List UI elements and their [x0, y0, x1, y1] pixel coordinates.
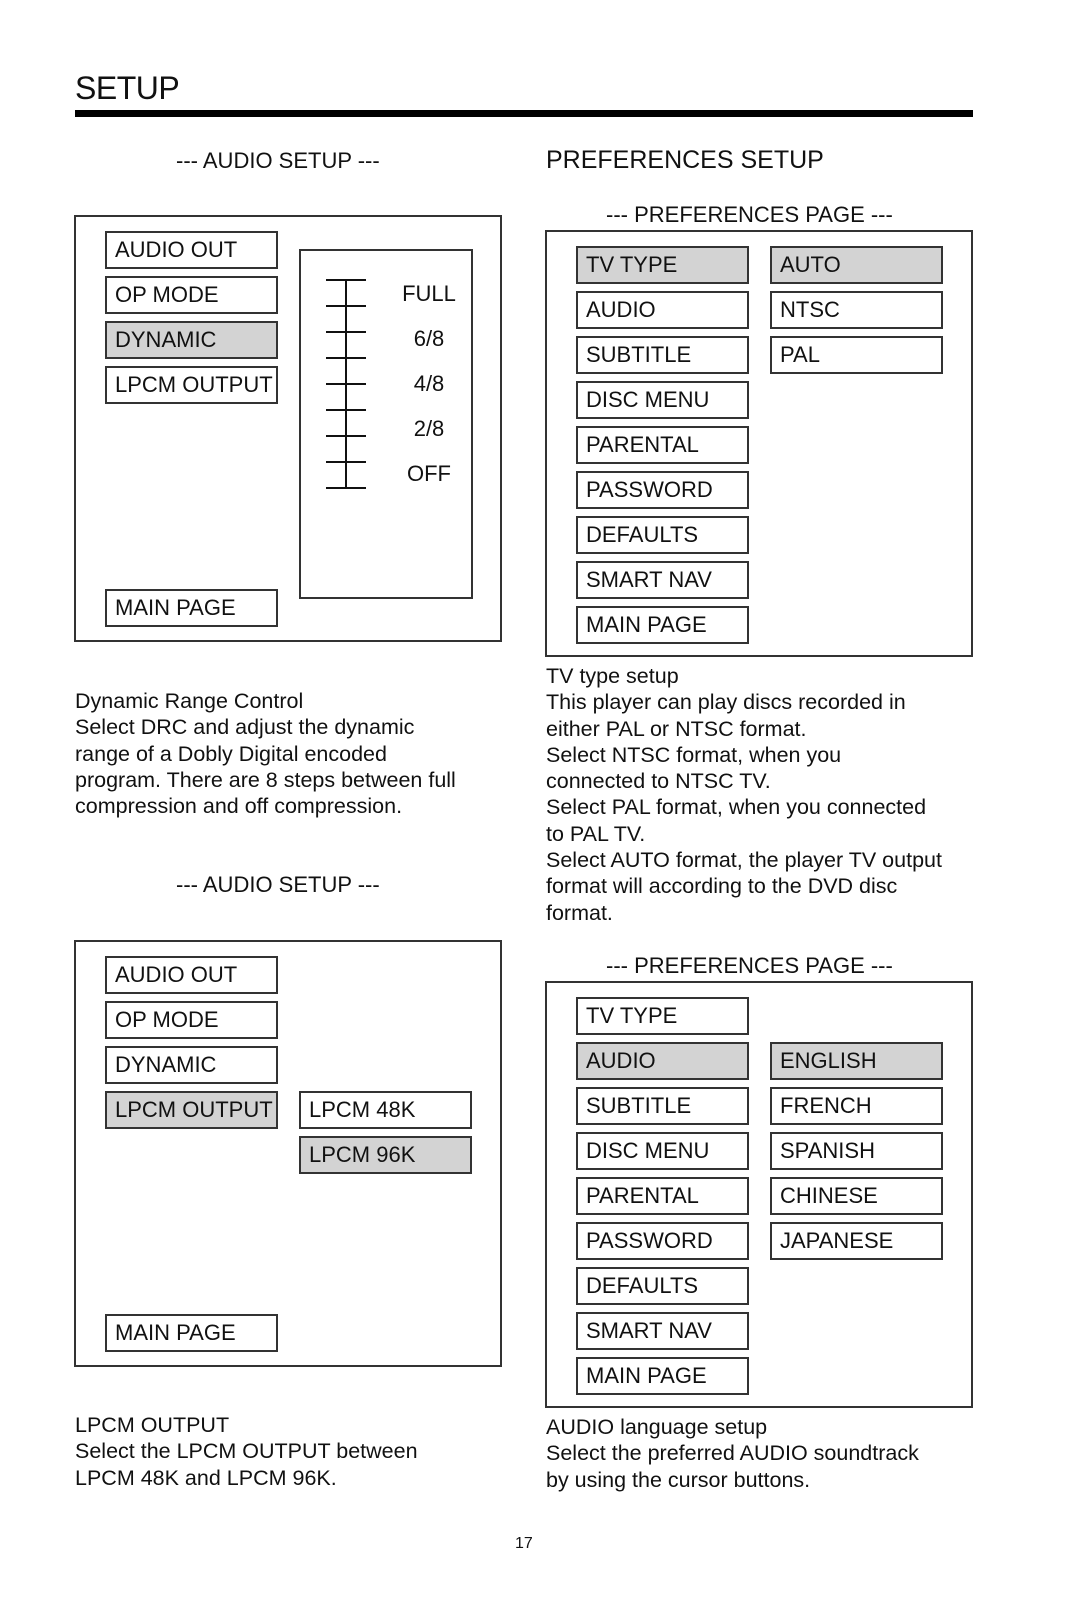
- audio-setup-heading-1: --- AUDIO SETUP ---: [176, 148, 380, 173]
- tv-type-description-title: TV type setup: [546, 664, 679, 688]
- menu-item-tv-type[interactable]: TV TYPE: [576, 246, 749, 284]
- drc-slider-panel: FULL 6/8 4/8 2/8 OFF: [299, 249, 473, 599]
- drc-label-6-8: 6/8: [413, 326, 445, 351]
- menu-item-tv-type[interactable]: TV TYPE: [576, 997, 749, 1035]
- menu-item-main-page[interactable]: MAIN PAGE: [105, 1314, 278, 1352]
- menu-item-subtitle[interactable]: SUBTITLE: [576, 336, 749, 374]
- tv-type-description-line: format.: [546, 900, 613, 925]
- page-title: SETUP: [75, 70, 180, 106]
- page-number: 17: [515, 1535, 533, 1552]
- tv-type-description-line: to PAL TV.: [546, 821, 646, 846]
- tv-type-description-line: Select PAL format, when you connected: [546, 795, 927, 820]
- drc-tick-mark: [326, 383, 366, 385]
- audio-language-description-title: AUDIO language setup: [546, 1415, 768, 1439]
- menu-item-subtitle[interactable]: SUBTITLE: [576, 1087, 749, 1125]
- drc-label-2-8: 2/8: [413, 416, 445, 441]
- audio-setup-panel-1: AUDIO OUT OP MODE DYNAMIC LPCM OUTPUT MA…: [74, 215, 502, 642]
- drc-tick-mark: [326, 357, 366, 359]
- option-auto[interactable]: AUTO: [770, 246, 943, 284]
- drc-description-line: Select DRC and adjust the dynamic: [75, 715, 415, 740]
- drc-label-off: OFF: [407, 461, 451, 486]
- menu-item-smart-nav[interactable]: SMART NAV: [576, 561, 749, 599]
- option-japanese[interactable]: JAPANESE: [770, 1222, 943, 1260]
- menu-item-lpcm-output[interactable]: LPCM OUTPUT: [105, 366, 278, 404]
- option-chinese[interactable]: CHINESE: [770, 1177, 943, 1215]
- preferences-section-title: PREFERENCES SETUP: [546, 146, 824, 174]
- menu-item-parental[interactable]: PARENTAL: [576, 1177, 749, 1215]
- drc-description-line: range of a Dobly Digital encoded: [75, 741, 387, 766]
- menu-item-lpcm-output[interactable]: LPCM OUTPUT: [105, 1091, 278, 1129]
- menu-item-main-page[interactable]: MAIN PAGE: [105, 589, 278, 627]
- menu-item-parental[interactable]: PARENTAL: [576, 426, 749, 464]
- menu-item-defaults[interactable]: DEFAULTS: [576, 1267, 749, 1305]
- preferences-page-heading-2: --- PREFERENCES PAGE ---: [606, 953, 893, 978]
- menu-item-password[interactable]: PASSWORD: [576, 1222, 749, 1260]
- option-pal[interactable]: PAL: [770, 336, 943, 374]
- option-ntsc[interactable]: NTSC: [770, 291, 943, 329]
- menu-item-smart-nav[interactable]: SMART NAV: [576, 1312, 749, 1350]
- menu-item-audio-out[interactable]: AUDIO OUT: [105, 956, 278, 994]
- header-rule: [75, 110, 973, 117]
- menu-item-audio[interactable]: AUDIO: [576, 291, 749, 329]
- tv-type-description-line: Select NTSC format, when you: [546, 742, 842, 767]
- tv-type-description-line: Select AUTO format, the player TV output: [546, 848, 942, 873]
- drc-description: Dynamic Range Control Select DRC and adj…: [75, 688, 456, 819]
- menu-item-op-mode[interactable]: OP MODE: [105, 1001, 278, 1039]
- option-english[interactable]: ENGLISH: [770, 1042, 943, 1080]
- drc-tick-mark: [326, 331, 366, 333]
- tv-type-description-line: This player can play discs recorded in: [546, 690, 906, 715]
- drc-tick-mark: [326, 435, 366, 437]
- preferences-panel-2: TV TYPE AUDIO SUBTITLE DISC MENU PARENTA…: [545, 981, 973, 1408]
- lpcm-description-line: Select the LPCM OUTPUT between: [75, 1439, 418, 1464]
- audio-setup-heading-2: --- AUDIO SETUP ---: [176, 872, 380, 897]
- drc-tick-mark: [326, 279, 366, 281]
- tv-type-description-line: format will according to the DVD disc: [546, 874, 898, 899]
- audio-language-description: AUDIO language setup Select the preferre…: [546, 1414, 919, 1493]
- lpcm-description-line: LPCM 48K and LPCM 96K.: [75, 1465, 337, 1490]
- tv-type-description: TV type setup This player can play discs…: [546, 663, 942, 926]
- drc-tick-mark: [326, 305, 366, 307]
- drc-tick-mark: [326, 487, 366, 489]
- drc-slider[interactable]: [326, 279, 366, 489]
- preferences-panel-1: TV TYPE AUDIO SUBTITLE DISC MENU PARENTA…: [545, 230, 973, 657]
- menu-item-dynamic[interactable]: DYNAMIC: [105, 321, 278, 359]
- tv-type-description-line: connected to NTSC TV.: [546, 769, 771, 794]
- menu-item-dynamic[interactable]: DYNAMIC: [105, 1046, 278, 1084]
- menu-item-disc-menu[interactable]: DISC MENU: [576, 1132, 749, 1170]
- tv-type-description-line: either PAL or NTSC format.: [546, 716, 807, 741]
- option-lpcm-48k[interactable]: LPCM 48K: [299, 1091, 472, 1129]
- menu-item-audio[interactable]: AUDIO: [576, 1042, 749, 1080]
- drc-tick-mark: [326, 409, 366, 411]
- drc-description-title: Dynamic Range Control: [75, 689, 304, 713]
- menu-item-main-page[interactable]: MAIN PAGE: [576, 1357, 749, 1395]
- preferences-page-heading-1: --- PREFERENCES PAGE ---: [606, 202, 893, 227]
- option-spanish[interactable]: SPANISH: [770, 1132, 943, 1170]
- menu-item-op-mode[interactable]: OP MODE: [105, 276, 278, 314]
- drc-label-4-8: 4/8: [413, 371, 445, 396]
- menu-item-defaults[interactable]: DEFAULTS: [576, 516, 749, 554]
- lpcm-description-title: LPCM OUTPUT: [75, 1413, 230, 1437]
- menu-item-main-page[interactable]: MAIN PAGE: [576, 606, 749, 644]
- lpcm-description: LPCM OUTPUT Select the LPCM OUTPUT betwe…: [75, 1412, 418, 1491]
- drc-tick-mark: [326, 461, 366, 463]
- menu-item-disc-menu[interactable]: DISC MENU: [576, 381, 749, 419]
- option-lpcm-96k[interactable]: LPCM 96K: [299, 1136, 472, 1174]
- drc-description-line: program. There are 8 steps between full: [75, 767, 456, 792]
- menu-item-password[interactable]: PASSWORD: [576, 471, 749, 509]
- audio-language-description-line: by using the cursor buttons.: [546, 1467, 811, 1492]
- drc-label-full: FULL: [402, 281, 456, 306]
- drc-description-line: compression and off compression.: [75, 794, 403, 819]
- menu-item-audio-out[interactable]: AUDIO OUT: [105, 231, 278, 269]
- audio-setup-panel-2: AUDIO OUT OP MODE DYNAMIC LPCM OUTPUT LP…: [74, 940, 502, 1367]
- audio-language-description-line: Select the preferred AUDIO soundtrack: [546, 1441, 919, 1466]
- option-french[interactable]: FRENCH: [770, 1087, 943, 1125]
